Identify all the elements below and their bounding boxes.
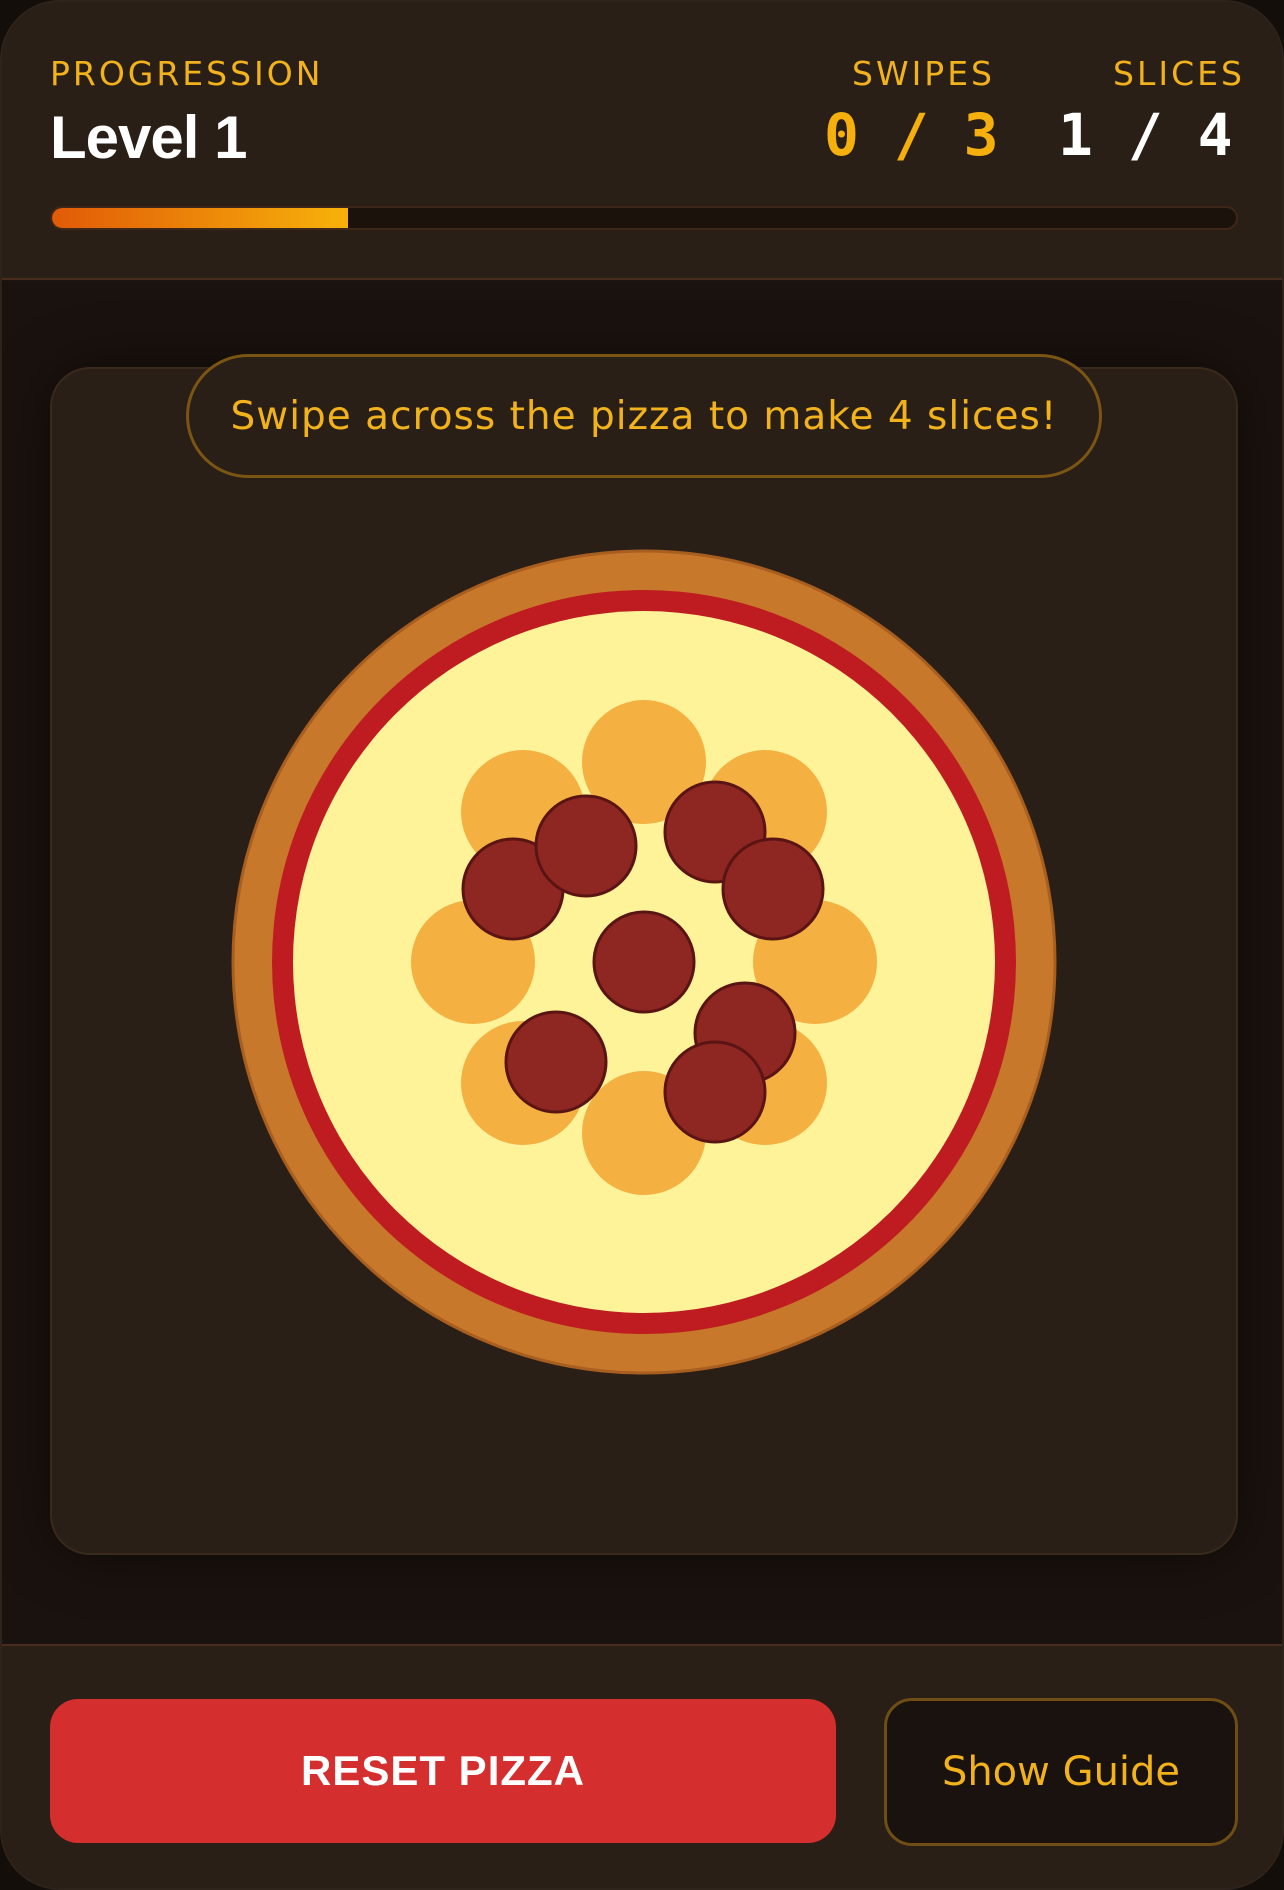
progression-label: PROGRESSION bbox=[50, 54, 324, 93]
slices-label: SLICES bbox=[1113, 54, 1245, 93]
swipes-label: SWIPES bbox=[852, 54, 996, 93]
pepperoni bbox=[504, 1010, 608, 1114]
pizza[interactable] bbox=[231, 549, 1057, 1375]
instruction-hint: Swipe across the pizza to make 4 slices! bbox=[186, 354, 1102, 478]
show-guide-button[interactable]: Show Guide bbox=[884, 1698, 1238, 1846]
level-progress-bar bbox=[50, 206, 1238, 230]
pepperoni bbox=[534, 794, 638, 898]
slices-counter: 1 / 4 bbox=[1058, 101, 1233, 169]
footer-bar: RESET PIZZA Show Guide bbox=[2, 1644, 1282, 1888]
reset-pizza-button[interactable]: RESET PIZZA bbox=[50, 1699, 836, 1843]
level-progress-fill bbox=[52, 208, 348, 228]
level-title: Level 1 bbox=[50, 104, 247, 171]
pepperoni bbox=[592, 910, 696, 1014]
game-screen: PROGRESSION Level 1 SWIPES 0 / 3 SLICES … bbox=[0, 0, 1284, 1890]
header-bar: PROGRESSION Level 1 SWIPES 0 / 3 SLICES … bbox=[2, 2, 1282, 280]
pepperoni bbox=[663, 1040, 767, 1144]
pepperoni bbox=[721, 837, 825, 941]
swipes-counter: 0 / 3 bbox=[824, 101, 999, 169]
